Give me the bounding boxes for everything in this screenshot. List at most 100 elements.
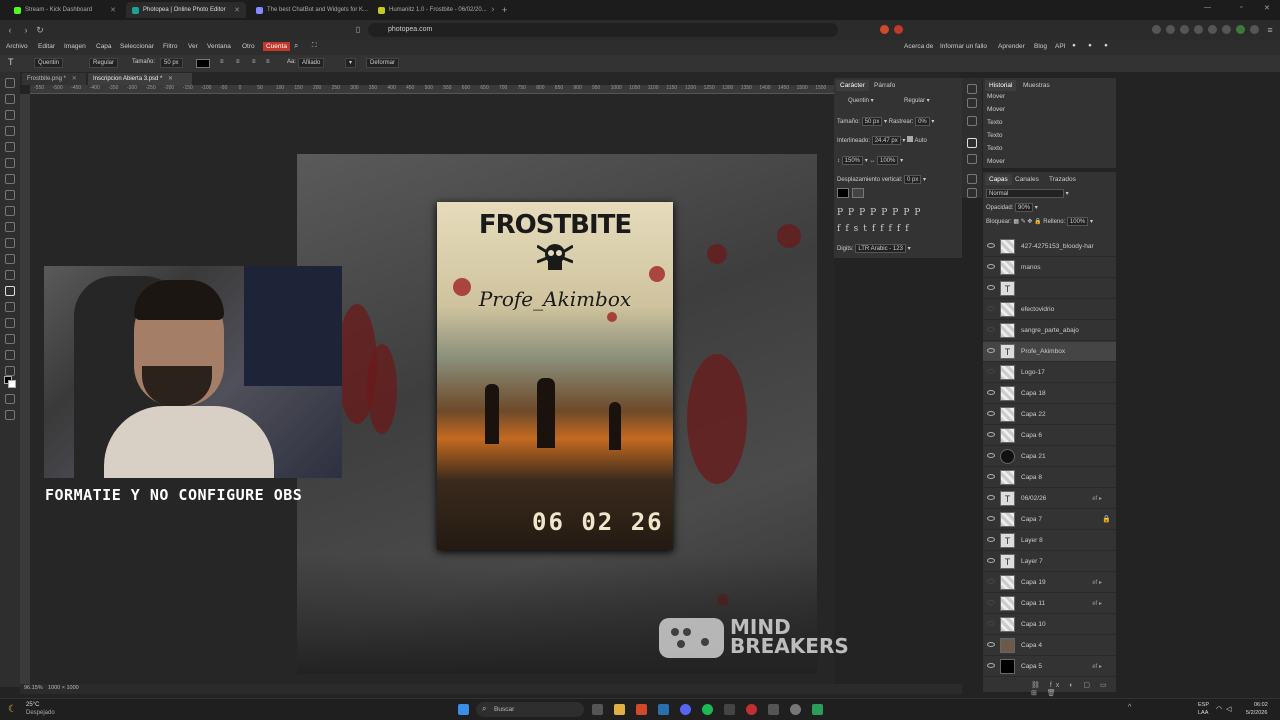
twitter-icon[interactable]: ● xyxy=(1088,42,1092,49)
obs-icon[interactable] xyxy=(746,704,757,715)
blend-mode-select[interactable]: Normal xyxy=(986,189,1064,198)
settings-icon[interactable] xyxy=(790,704,801,715)
tray-chevron-icon[interactable]: ^ xyxy=(1128,704,1131,711)
magic-wand-icon[interactable] xyxy=(5,126,15,136)
layer-row[interactable]: Capa 8 xyxy=(983,468,1116,488)
taskbar-search[interactable]: Buscar xyxy=(476,702,584,717)
align-right-icon[interactable]: ≡ xyxy=(266,59,270,65)
layer-row[interactable]: sangre_parte_abajo xyxy=(983,321,1116,341)
keyboard-layout[interactable]: LAA xyxy=(1198,710,1208,716)
window-close-button[interactable]: ✕ xyxy=(1264,4,1270,12)
layer-row[interactable]: efectovidrio xyxy=(983,300,1116,320)
tracking-input[interactable]: 0% xyxy=(915,117,930,126)
bookmark-icon[interactable]: ▯ xyxy=(352,24,364,36)
eye-icon[interactable] xyxy=(987,264,995,269)
healing-icon[interactable] xyxy=(5,174,15,184)
menu-otro[interactable]: Otro xyxy=(242,43,255,50)
back-icon[interactable]: ‹ xyxy=(4,24,16,36)
image-icon[interactable] xyxy=(967,188,977,198)
vertical-scale-input[interactable]: 150% xyxy=(841,156,864,165)
fullscreen-icon[interactable]: ⛶ xyxy=(312,42,317,50)
layer-row[interactable]: Capa 10 xyxy=(983,615,1116,635)
layer-row[interactable]: Capa 18 xyxy=(983,384,1116,404)
facebook-icon[interactable]: ● xyxy=(1104,42,1108,49)
text-options-select[interactable]: ▾ xyxy=(345,58,357,68)
history-item[interactable]: Texto xyxy=(987,145,1003,152)
menu-filtro[interactable]: Filtro xyxy=(163,43,177,50)
eye-icon[interactable] xyxy=(987,306,995,311)
tab-capas[interactable]: Capas xyxy=(985,174,1012,185)
opentype-buttons[interactable]: ffstfffff xyxy=(837,224,914,234)
file-explorer-icon[interactable] xyxy=(614,704,625,715)
font-family-select[interactable]: Quentin ▾ xyxy=(848,97,874,104)
layer-row[interactable]: Capa 5 ef ▸ xyxy=(983,657,1116,677)
background-color-swatch[interactable] xyxy=(8,380,16,388)
window-minimize-button[interactable]: — xyxy=(1204,4,1211,11)
close-icon[interactable]: ✕ xyxy=(234,6,240,14)
baseline-shift-input[interactable]: 0 px xyxy=(904,175,922,184)
fill-input[interactable]: 100% xyxy=(1066,217,1089,226)
layer-row[interactable]: T xyxy=(983,279,1116,299)
type-tool-icon[interactable] xyxy=(5,286,15,296)
eye-icon[interactable] xyxy=(987,600,995,605)
search-icon[interactable]: ⌕ xyxy=(294,41,298,51)
menu-informar[interactable]: Informar un fallo xyxy=(940,43,987,50)
tab-humanitz[interactable]: Humanitz 1.0 - Frostbite - 06/02/20... ✕ xyxy=(372,2,494,18)
menu-api[interactable]: API xyxy=(1055,43,1065,50)
shape-icon[interactable] xyxy=(5,334,15,344)
app-icon[interactable] xyxy=(724,704,735,715)
tab-parrafo[interactable]: Párrafo xyxy=(870,80,899,91)
properties-icon[interactable] xyxy=(967,98,977,108)
eye-icon[interactable] xyxy=(987,621,995,626)
close-icon[interactable]: ✕ xyxy=(168,76,173,82)
layer-row[interactable]: Logo-17 xyxy=(983,363,1116,383)
window-maximize-button[interactable]: ▫ xyxy=(1240,4,1242,11)
wifi-icon[interactable]: ◠ xyxy=(1216,705,1222,713)
eye-icon[interactable] xyxy=(987,558,995,563)
history-item[interactable]: Mover xyxy=(987,93,1005,100)
tab-photopea[interactable]: Photopea | Online Photo Editor ✕ xyxy=(126,2,246,18)
fx-icon[interactable]: ef ▸ xyxy=(1092,600,1102,607)
weather-temp[interactable]: 25°C xyxy=(26,702,39,708)
new-tab-button[interactable]: + xyxy=(496,2,510,18)
eye-icon[interactable] xyxy=(987,369,995,374)
doc-tab-frostbite[interactable]: Frostbite.png * ✕ xyxy=(22,73,86,85)
menu-ver[interactable]: Ver xyxy=(188,43,198,50)
eye-icon[interactable] xyxy=(987,285,995,290)
layer-row[interactable]: Capa 21 xyxy=(983,447,1116,467)
extension-icon[interactable] xyxy=(1166,25,1175,34)
extension-icon[interactable] xyxy=(1152,25,1161,34)
layer-row[interactable]: Capa 4 xyxy=(983,636,1116,656)
paragraph-icon[interactable] xyxy=(967,154,977,164)
extension-icon[interactable] xyxy=(1222,25,1231,34)
tab-trazados[interactable]: Trazados xyxy=(1045,174,1080,185)
layer-row[interactable]: 427-4275153_bloody-har xyxy=(983,237,1116,257)
eye-icon[interactable] xyxy=(987,516,995,521)
align-left-icon[interactable]: ≡ xyxy=(236,59,240,65)
size-input[interactable]: 50 px xyxy=(160,58,183,68)
app-icon[interactable] xyxy=(812,704,823,715)
fx-icon[interactable]: ef ▸ xyxy=(1092,663,1102,670)
eraser-icon[interactable] xyxy=(5,222,15,232)
clock-date[interactable]: 5/2/2026 xyxy=(1246,710,1267,716)
horizontal-scale-input[interactable]: 100% xyxy=(877,156,899,165)
history-item[interactable]: Mover xyxy=(987,106,1005,113)
font-select[interactable]: Quentin xyxy=(34,58,64,68)
leading-input[interactable]: 24.47 px xyxy=(871,136,901,145)
steam-icon[interactable] xyxy=(658,704,669,715)
deform-button[interactable]: Deformar xyxy=(366,58,400,68)
quick-mask-icon[interactable] xyxy=(5,394,15,404)
style-select[interactable]: Regular xyxy=(89,58,119,68)
history-item[interactable]: Texto xyxy=(987,119,1003,126)
discord-icon[interactable] xyxy=(680,704,691,715)
eye-icon[interactable] xyxy=(987,411,995,416)
eye-icon[interactable] xyxy=(987,642,995,647)
screen-mode-icon[interactable] xyxy=(5,410,15,420)
tab-chatbot[interactable]: The best ChatBot and Widgets for K... ✕ xyxy=(250,2,370,18)
stamp-icon[interactable] xyxy=(5,206,15,216)
menu-seleccionar[interactable]: Seleccionar xyxy=(120,43,154,50)
menu-imagen[interactable]: Imagen xyxy=(64,43,86,50)
brush-icon[interactable] xyxy=(5,190,15,200)
pen-icon[interactable] xyxy=(5,302,15,312)
tab-historial[interactable]: Historial xyxy=(985,80,1017,91)
